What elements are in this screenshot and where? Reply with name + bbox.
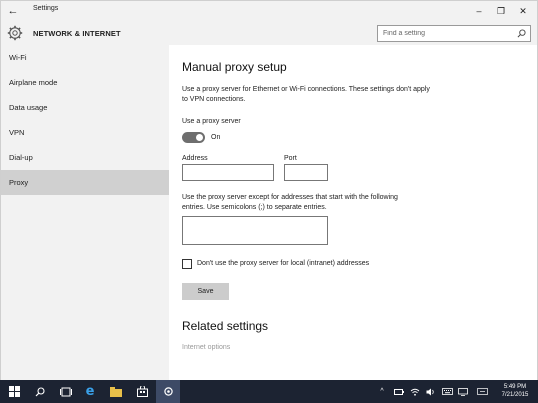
taskbar: e ^ 5:49 PM 7/21/2015 [0,380,538,403]
sidebar: Wi-Fi Airplane mode Data usage VPN Dial-… [1,45,169,381]
settings-window: ← Settings – ❐ ✕ NETWORK & INTERNET Find… [0,0,538,381]
store-button[interactable] [130,380,154,403]
address-label: Address [182,155,208,162]
maximize-button[interactable]: ❐ [491,3,511,19]
task-view-button[interactable] [54,380,78,403]
window-title: Settings [33,5,59,12]
settings-icon [163,387,173,396]
start-button[interactable] [2,380,26,403]
store-icon [136,386,148,397]
exceptions-field[interactable] [182,216,328,245]
clock-date: 7/21/2015 [501,392,529,398]
tray-keyboard-icon[interactable] [440,380,454,403]
proxy-description: Use a proxy server for Ethernet or Wi-Fi… [182,86,430,103]
search-input[interactable] [378,26,514,41]
edge-button[interactable]: e [78,380,102,403]
port-field[interactable] [284,164,328,181]
toggle-knob [196,134,203,141]
close-button[interactable]: ✕ [513,3,533,19]
tray-volume-icon[interactable] [424,380,438,403]
sidebar-item-data-usage[interactable]: Data usage [1,95,169,120]
tray-battery-icon[interactable] [392,380,406,403]
main-content: Manual proxy setup Use a proxy server fo… [169,45,537,381]
exceptions-description: Use the proxy server except for addresse… [182,194,398,211]
edge-icon: e [85,384,95,399]
page-header: NETWORK & INTERNET [1,21,537,45]
local-addresses-label: Don't use the proxy server for local (in… [197,260,370,267]
internet-options-link[interactable]: Internet options [182,344,230,351]
back-arrow-icon: ← [7,5,19,17]
search-icon[interactable] [517,29,526,38]
toggle-state-text: On [211,134,221,141]
file-explorer-icon [110,386,122,397]
sidebar-item-proxy[interactable]: Proxy [1,170,169,195]
page-title: Manual proxy setup [182,60,287,74]
windows-icon [8,386,20,397]
minimize-button[interactable]: – [469,3,489,19]
related-settings-title: Related settings [182,319,269,333]
sidebar-item-vpn[interactable]: VPN [1,120,169,145]
search-box[interactable] [377,25,531,42]
gear-icon [7,25,23,41]
back-button[interactable]: ← [5,3,21,19]
use-proxy-toggle[interactable] [182,132,205,143]
local-addresses-checkbox[interactable] [182,259,192,269]
sidebar-item-wifi[interactable]: Wi-Fi [1,45,169,70]
use-proxy-label: Use a proxy server [182,118,241,125]
port-label: Port [284,155,297,162]
save-button[interactable]: Save [182,283,229,300]
section-title: NETWORK & INTERNET [33,29,121,38]
tray-chevron-up-icon[interactable]: ^ [376,380,388,403]
task-view-icon [60,387,72,396]
sidebar-item-airplane-mode[interactable]: Airplane mode [1,70,169,95]
address-field[interactable] [182,164,274,181]
taskbar-clock[interactable]: 5:49 PM 7/21/2015 [494,383,536,399]
taskbar-search-button[interactable] [28,380,52,403]
tray-wifi-icon[interactable] [408,380,422,403]
settings-taskbar-button[interactable] [156,380,180,403]
file-explorer-button[interactable] [104,380,128,403]
tray-display-icon[interactable] [456,380,470,403]
title-bar: ← Settings – ❐ ✕ [1,1,537,21]
tray-language-icon[interactable] [472,380,492,403]
search-icon [35,386,45,396]
sidebar-item-dial-up[interactable]: Dial-up [1,145,169,170]
clock-time: 5:49 PM [503,384,527,390]
